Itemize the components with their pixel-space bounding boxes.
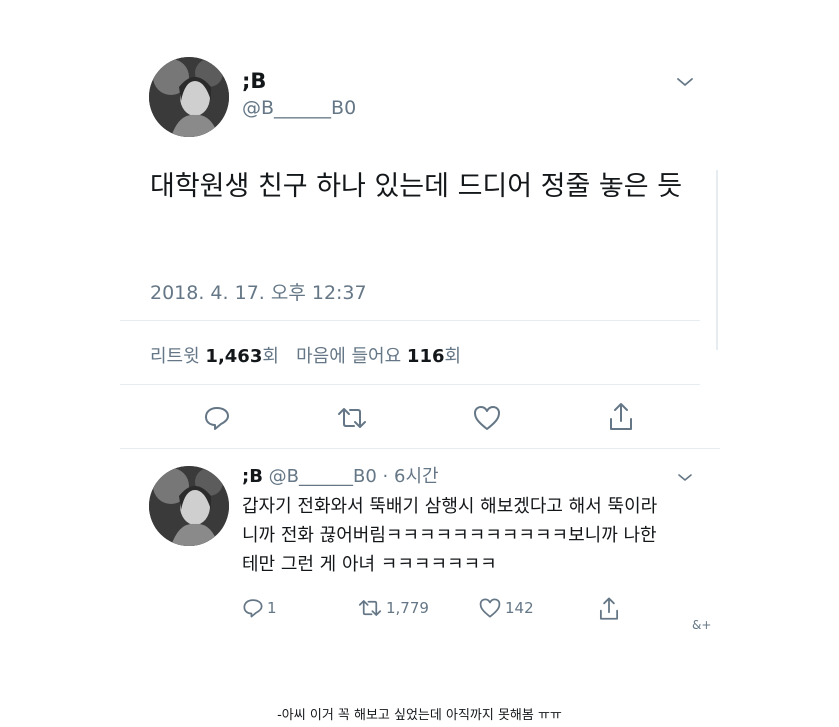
reply-author-name[interactable]: ;B (242, 466, 263, 487)
likes-suffix: 회 (444, 346, 462, 367)
reply-icon (242, 597, 264, 619)
watermark: &+ (692, 618, 712, 632)
like-count: 142 (505, 599, 534, 617)
retweets-count[interactable]: 1,463 (205, 346, 262, 367)
tweet-timestamp[interactable]: 2018. 4. 17. 오후 12:37 (150, 278, 367, 305)
tweet-stats: 리트윗 1,463회 마음에 들어요 116회 (150, 342, 461, 368)
likes-label: 마음에 들어요 (296, 346, 402, 367)
avatar[interactable] (149, 57, 229, 137)
divider (120, 448, 720, 449)
chevron-down-icon[interactable] (676, 76, 694, 88)
chevron-down-icon[interactable] (677, 472, 693, 483)
divider (120, 384, 700, 385)
divider (120, 320, 700, 321)
reply-icon[interactable] (203, 404, 231, 432)
likes-count[interactable]: 116 (407, 346, 445, 367)
retweets-suffix: 회 (262, 346, 279, 367)
tweet-author-handle[interactable]: @B______B0 (242, 97, 356, 119)
like-icon (478, 597, 502, 619)
retweet-icon[interactable] (335, 404, 369, 432)
retweet-icon (356, 597, 384, 619)
like-icon[interactable] (472, 404, 502, 432)
caption: -아씨 이거 꼭 해보고 싶었는데 아직까지 못해봄 ㅠㅠ (277, 708, 562, 723)
share-icon[interactable] (607, 401, 635, 433)
retweets-label: 리트윗 (150, 346, 200, 367)
retweet-count: 1,779 (386, 599, 429, 617)
reply-avatar[interactable] (149, 466, 229, 546)
reply-count: 1 (267, 599, 277, 617)
reply-text: 갑자기 전화와서 뚝배기 삼행시 해보겠다고 해서 뚝이라니까 전화 끊어버림ㅋ… (242, 496, 658, 575)
reply-time[interactable]: · 6시간 (383, 466, 439, 487)
reply-retweet-button[interactable]: 1,779 (356, 597, 429, 619)
tweet-author-name[interactable]: ;B (242, 69, 266, 93)
tweet-text: 대학원생 친구 하나 있는데 드디어 정줄 놓은 듯 (150, 171, 683, 202)
share-icon[interactable] (597, 596, 621, 622)
reply-like-button[interactable]: 142 (478, 597, 534, 619)
reply-header: ;B @B______B0 · 6시간 (242, 462, 439, 488)
scroll-edge (716, 170, 718, 350)
reply-author-handle[interactable]: @B______B0 (269, 466, 377, 487)
reply-reply-button[interactable]: 1 (242, 597, 277, 619)
